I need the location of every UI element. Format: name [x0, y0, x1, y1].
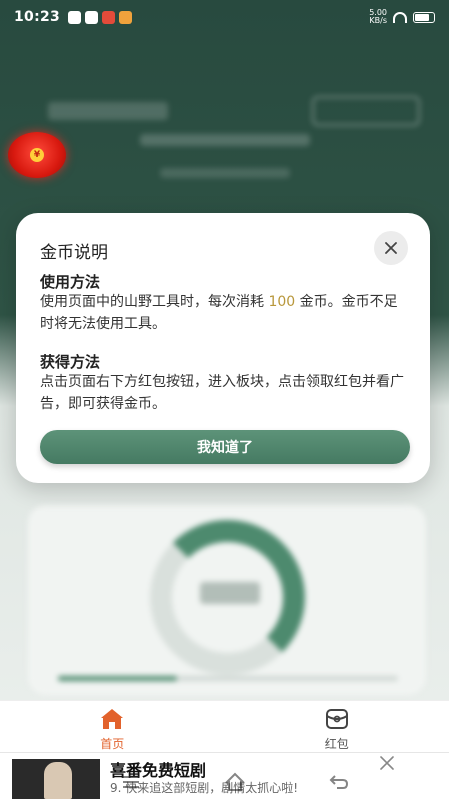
- close-button[interactable]: [374, 231, 408, 265]
- background-title-placeholder: [48, 102, 168, 120]
- nav-label-red-packet: 红包: [324, 737, 349, 751]
- earn-text: 点击页面右下方红包按钮，进入板块，点击领取红包并看广告，即可获得金币。: [40, 374, 404, 412]
- status-bar: 10:23 5.00 KB/s: [0, 0, 449, 34]
- dialog-title: 金币说明: [40, 243, 108, 263]
- coin-info-dialog: 金币说明 使用方法 使用页面中的山野工具时，每次消耗 100 金币。金币不足时将…: [16, 213, 430, 483]
- mail-icon: [85, 10, 99, 24]
- home-nav-icon[interactable]: [224, 771, 246, 793]
- app-notification-icon: [68, 10, 82, 24]
- app-notification-icon: [102, 10, 116, 24]
- floating-red-packet-button[interactable]: ¥: [8, 132, 66, 178]
- back-icon[interactable]: [328, 771, 350, 793]
- ad-thumbnail: [12, 759, 100, 799]
- confirm-button[interactable]: 我知道了: [40, 430, 410, 464]
- network-speed-unit: KB/s: [369, 16, 387, 25]
- battery-icon: [413, 11, 435, 23]
- home-icon: [99, 707, 125, 731]
- nav-item-red-packet[interactable]: 红包: [225, 701, 449, 752]
- status-time: 10:23: [14, 9, 61, 25]
- usage-text-part: 使用页面中的山野工具时，每次消耗: [40, 294, 269, 310]
- app-notification-icon: [119, 10, 133, 24]
- background-ring-label: [200, 582, 260, 604]
- menu-icon[interactable]: [120, 771, 142, 793]
- coin-cost-value: 100: [268, 294, 296, 310]
- notification-icons: [68, 10, 133, 24]
- earn-heading: 获得方法: [40, 353, 101, 371]
- background-top-button: [312, 96, 420, 126]
- usage-heading: 使用方法: [40, 273, 101, 291]
- background-text-line: [140, 134, 310, 146]
- wifi-icon: [393, 11, 407, 23]
- bottom-nav: 首页 红包: [0, 700, 449, 752]
- background-text-line: [160, 168, 290, 178]
- coin-icon: ¥: [30, 148, 44, 162]
- nav-item-home[interactable]: 首页: [0, 701, 225, 752]
- background-progress-bar: [58, 676, 398, 681]
- usage-text: 使用页面中的山野工具时，每次消耗 100 金币。金币不足时将无法使用工具。: [40, 291, 410, 335]
- close-icon: [385, 242, 397, 254]
- network-speed: 5.00 KB/s: [369, 9, 387, 25]
- nav-label-home: 首页: [100, 737, 125, 751]
- red-packet-icon: [324, 707, 350, 731]
- ad-close-icon[interactable]: [377, 753, 397, 773]
- status-right: 5.00 KB/s: [369, 9, 435, 25]
